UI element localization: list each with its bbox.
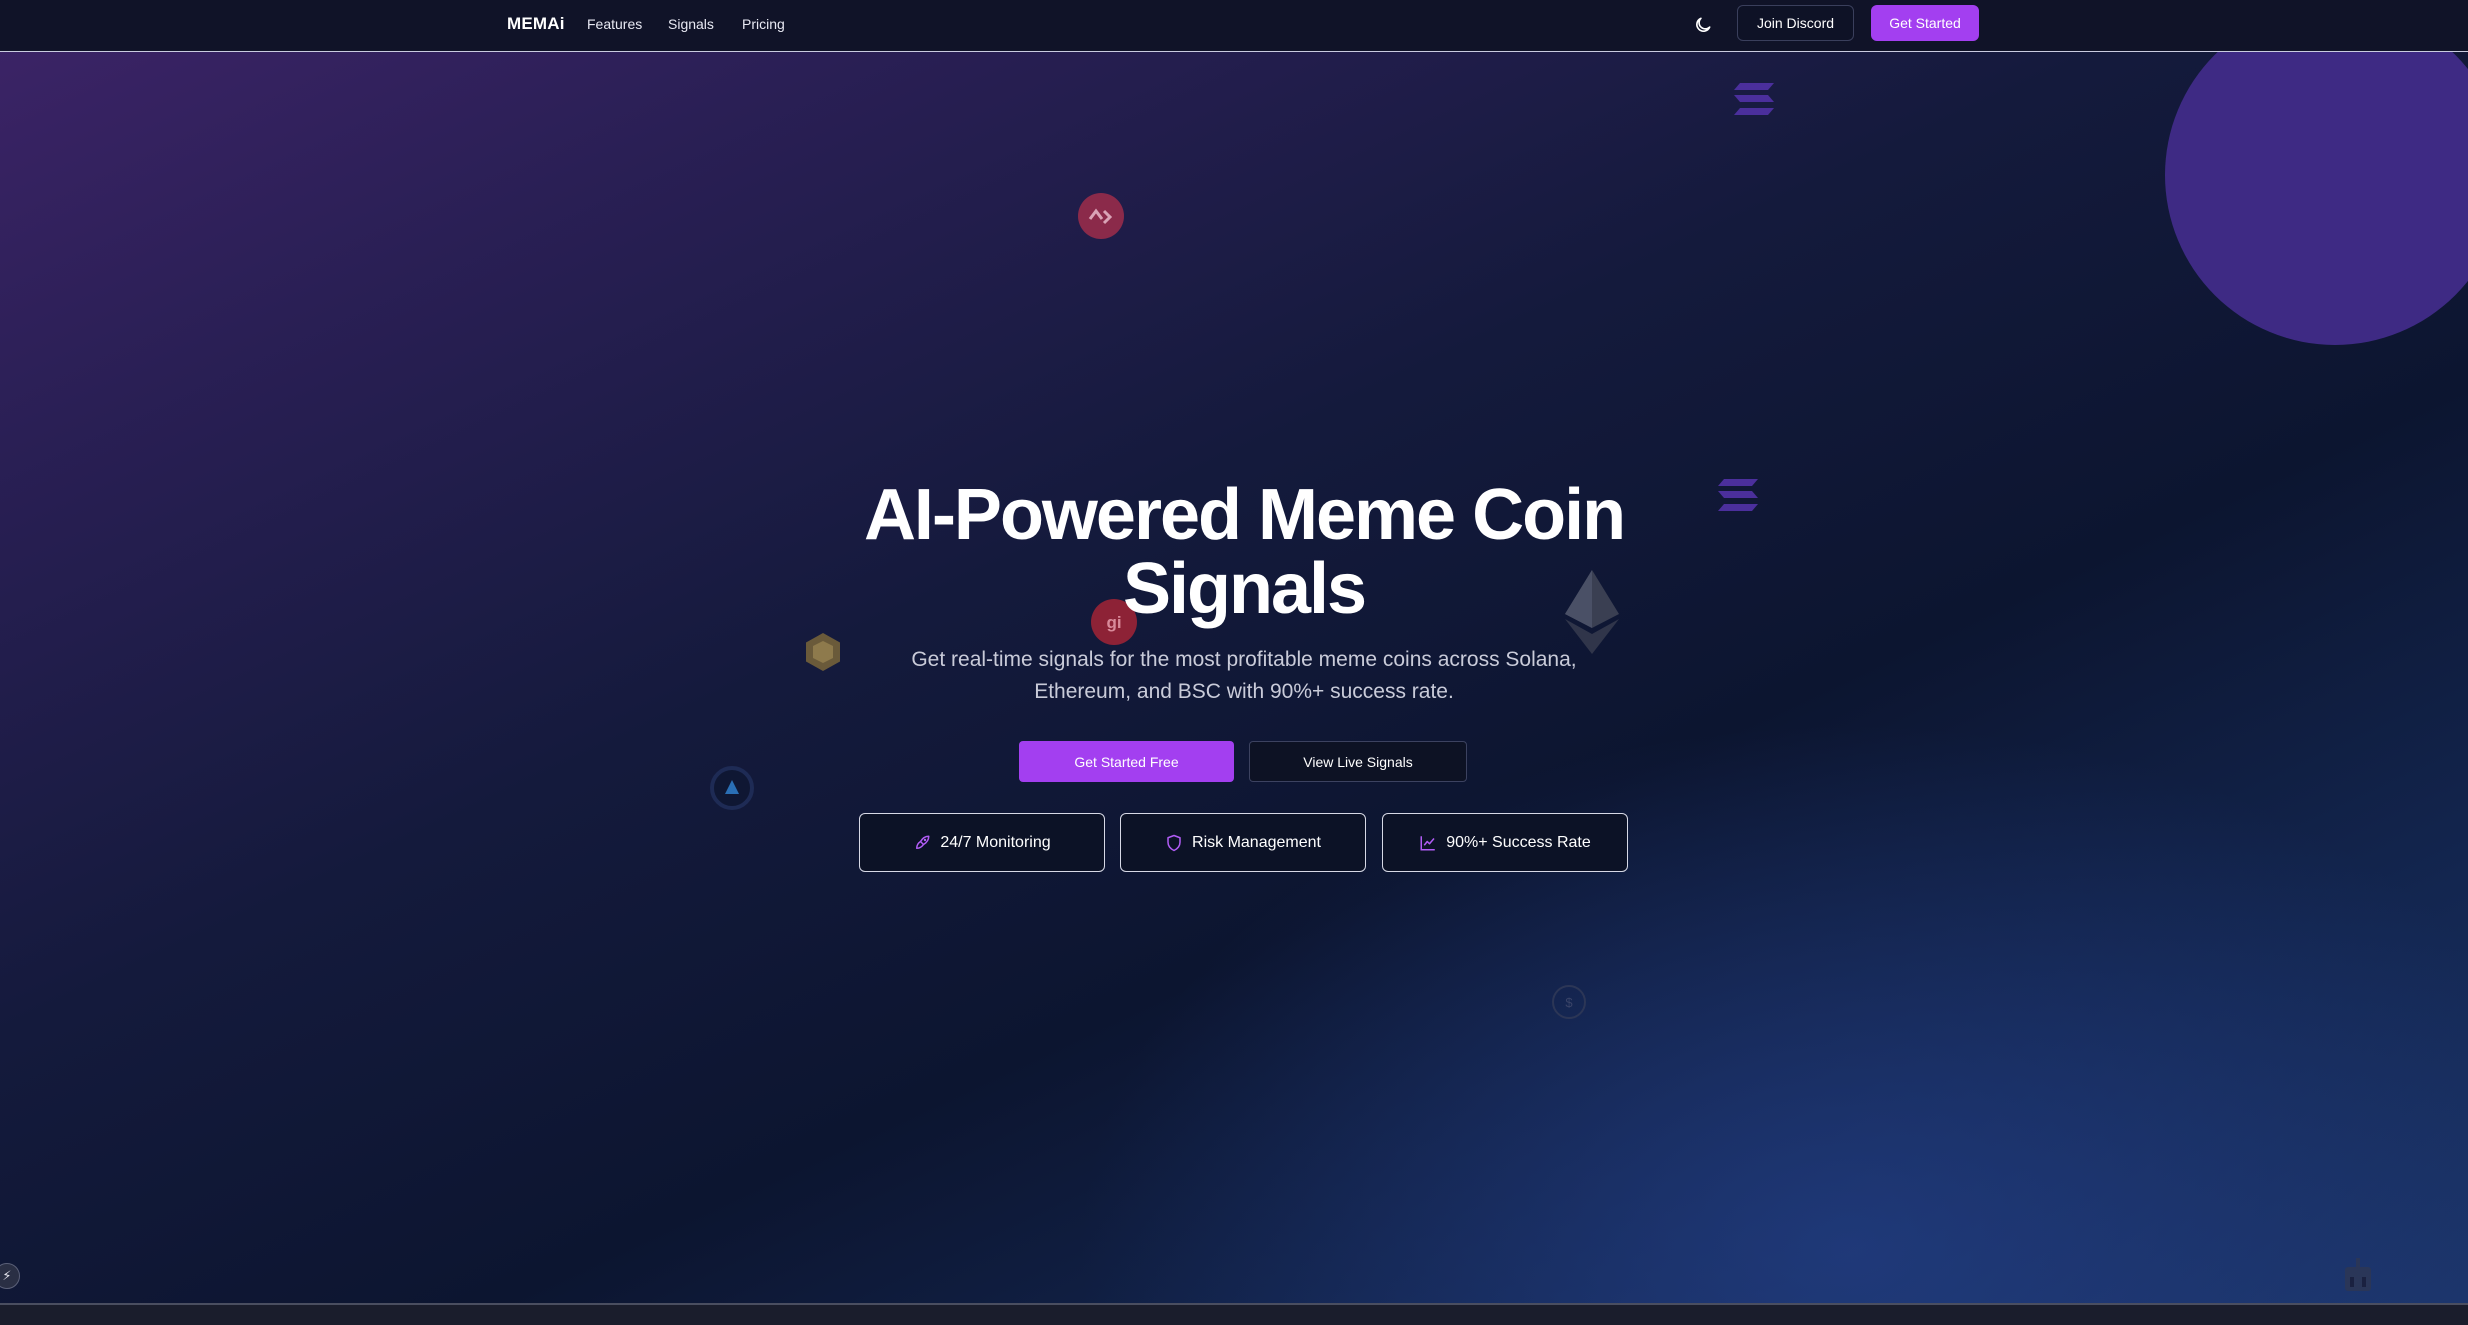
nav-link-signals[interactable]: Signals [668,16,714,32]
theme-toggle-button[interactable] [1690,12,1716,38]
meme-coin-icon [1078,193,1124,239]
hero-title-line2: Signals [1122,549,1367,629]
trend-chart-icon [1420,835,1435,850]
feature-label: Risk Management [1192,833,1321,851]
shield-icon [1167,834,1181,851]
landing-page: gi $ MEMAi Features Signals Pricing Join… [0,0,2468,1325]
feature-label: 90%+ Success Rate [1446,833,1591,851]
get-started-free-button[interactable]: Get Started Free [1019,741,1234,782]
nav-link-pricing[interactable]: Pricing [742,16,785,32]
nav-get-started-button[interactable]: Get Started [1871,5,1979,41]
hero-subtitle: Get real-time signals for the most profi… [834,644,1654,708]
nav-link-features[interactable]: Features [587,16,642,32]
top-navbar: MEMAi Features Signals Pricing Join Disc… [0,0,2468,52]
svg-text:$: $ [1565,995,1573,1010]
feature-card-risk: Risk Management [1120,813,1366,872]
solana-icon [1734,83,1774,115]
decorative-circle [2165,5,2468,345]
bot-icon [2345,1258,2371,1291]
feature-card-success: 90%+ Success Rate [1382,813,1628,872]
view-live-signals-button[interactable]: View Live Signals [1249,741,1467,782]
hero-title: AI-Powered Meme Coin Signals [734,478,1754,626]
bolt-badge-icon[interactable]: ⚡ [0,1263,20,1289]
brand-logo[interactable]: MEMAi [507,14,565,34]
feature-card-monitoring: 24/7 Monitoring [859,813,1105,872]
rocket-icon [916,835,930,849]
bottom-taskbar-strip [0,1303,2468,1325]
coin-icon: $ [1552,985,1586,1019]
hero-title-line1: AI-Powered Meme Coin [863,475,1626,555]
moon-icon [1696,17,1711,32]
hero-subtitle-line1: Get real-time signals for the most profi… [911,648,1577,671]
feature-label: 24/7 Monitoring [940,833,1051,851]
arbitrum-icon [710,766,754,810]
hero-subtitle-line2: Ethereum, and BSC with 90%+ success rate… [1034,680,1454,703]
join-discord-button[interactable]: Join Discord [1737,5,1854,41]
